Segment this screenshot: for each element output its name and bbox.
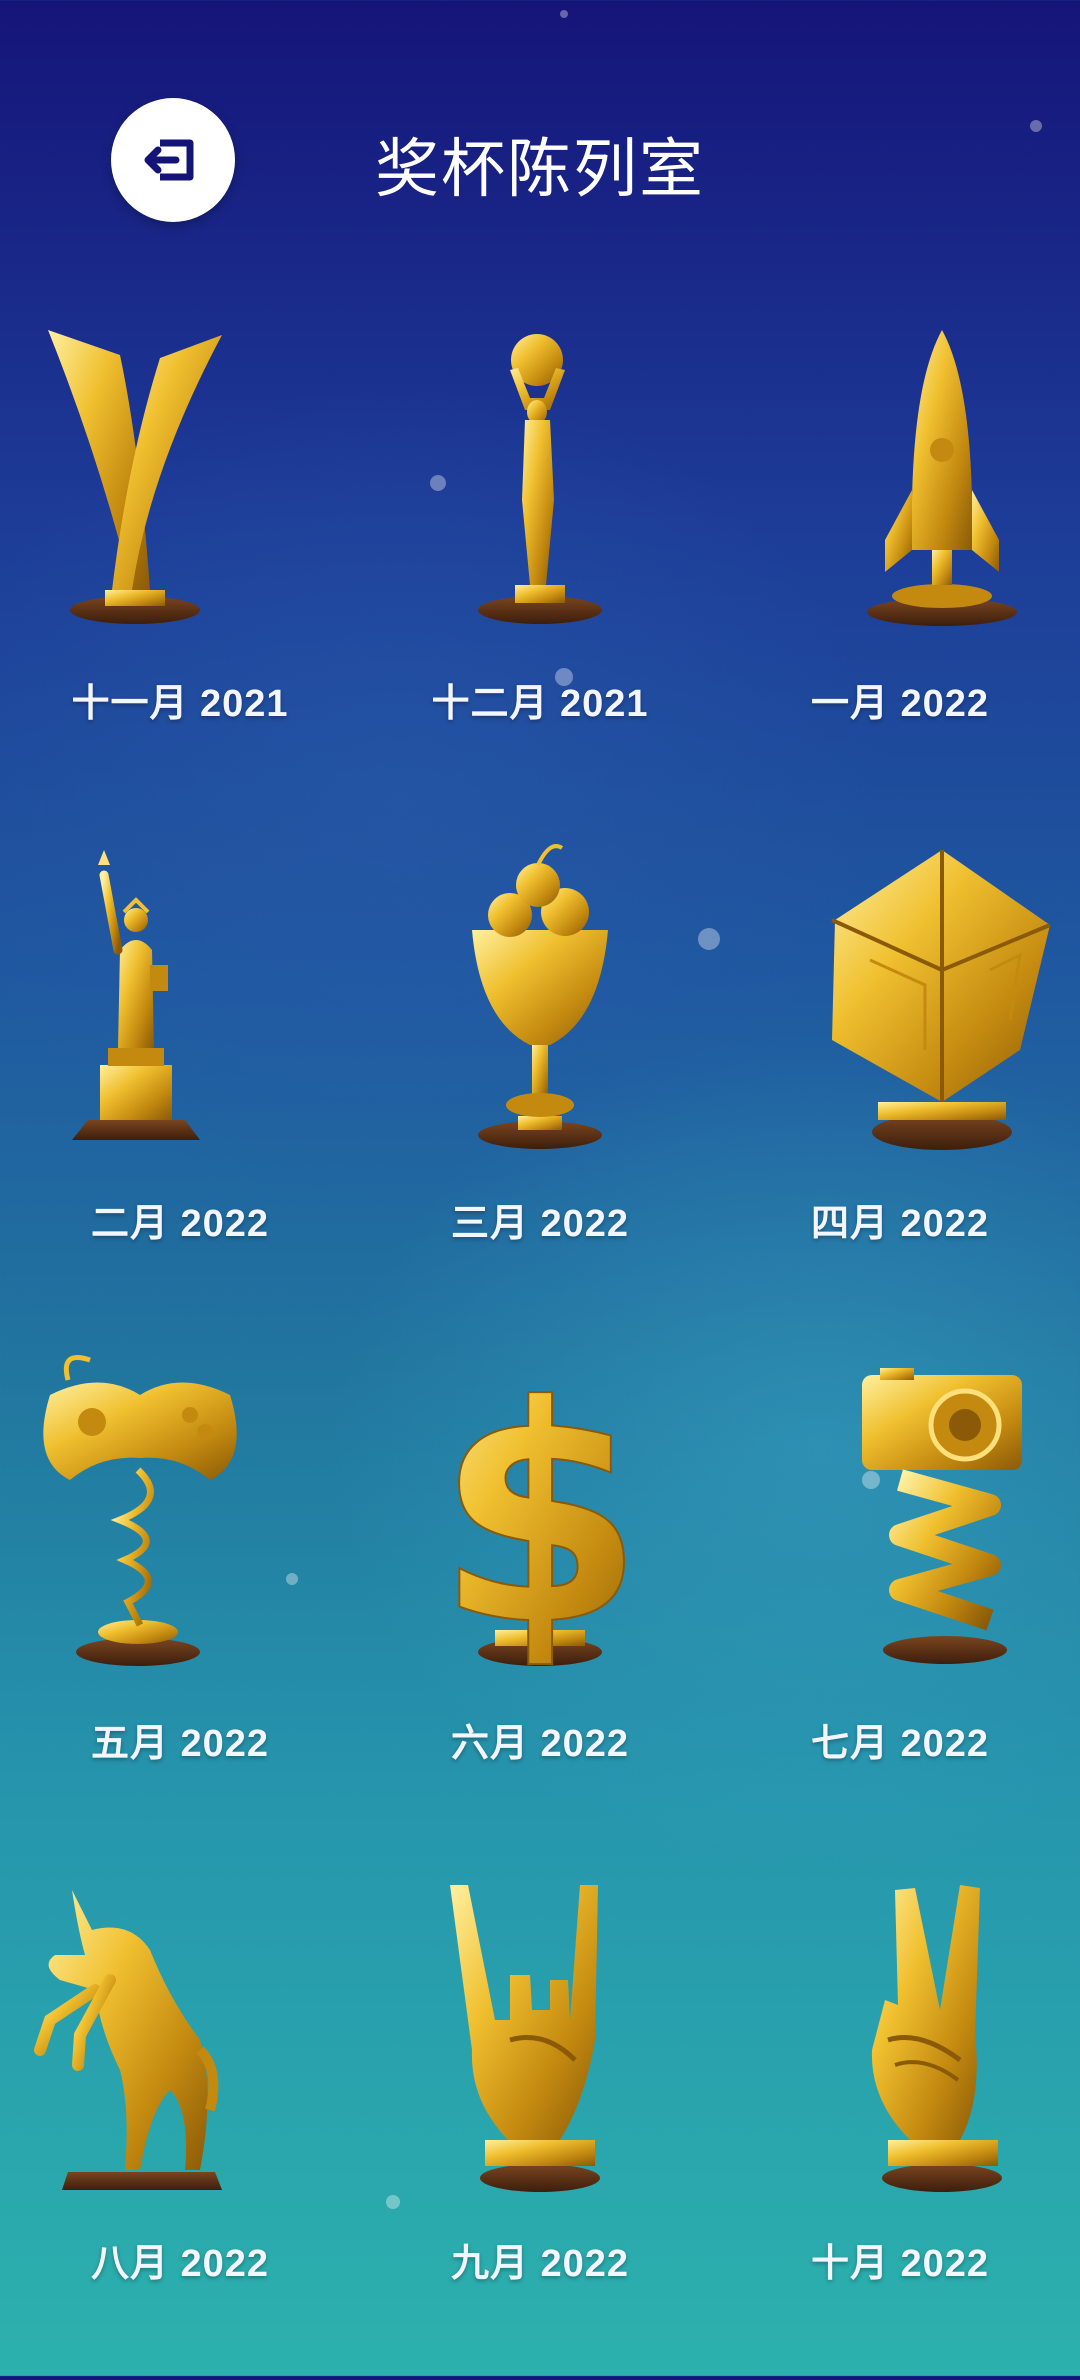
svg-text:$: $	[436, 1342, 645, 1680]
trophy-item[interactable]: 十一月 2021	[0, 300, 360, 820]
trophy-label: 二月 2022	[90, 1203, 270, 1245]
trophy-item[interactable]: 四月 2022	[720, 820, 1080, 1340]
cube-trophy-icon	[720, 820, 1080, 1160]
sundae-cup-trophy-icon	[360, 820, 720, 1160]
trophy-label: 八月 2022	[90, 2243, 270, 2285]
unicorn-trophy-icon	[0, 1860, 360, 2200]
peace-hand-trophy-icon	[720, 1860, 1080, 2200]
top-bar: 奖杯陈列室	[0, 0, 1080, 300]
trophy-item[interactable]: 五月 2022	[0, 1340, 360, 1860]
trophy-label: 三月 2022	[450, 1203, 630, 1245]
trophy-label: 七月 2022	[810, 1723, 990, 1765]
trophy-label: 五月 2022	[90, 1723, 270, 1765]
trophy-item[interactable]: $ 六月 2022	[360, 1340, 720, 1860]
twisted-ribbon-trophy-icon	[0, 300, 360, 640]
trophy-label: 十二月 2021	[431, 683, 649, 725]
trophy-item[interactable]: 十月 2022	[720, 1860, 1080, 2380]
figure-holding-globe-trophy-icon	[360, 300, 720, 640]
trophy-item[interactable]: 十二月 2021	[360, 300, 720, 820]
game-controller-trophy-icon	[0, 1340, 360, 1680]
rocket-trophy-icon	[720, 300, 1080, 640]
trophy-item[interactable]: 七月 2022	[720, 1340, 1080, 1860]
trophy-item[interactable]: 二月 2022	[0, 820, 360, 1340]
trophy-label: 九月 2022	[450, 2243, 630, 2285]
trophy-label: 六月 2022	[450, 1723, 630, 1765]
trophy-label: 四月 2022	[810, 1203, 990, 1245]
trophy-item[interactable]: 八月 2022	[0, 1860, 360, 2380]
trophy-label: 十月 2022	[810, 2243, 990, 2285]
statue-of-liberty-trophy-icon	[0, 820, 360, 1160]
trophy-item[interactable]: 三月 2022	[360, 820, 720, 1340]
trophy-label: 一月 2022	[810, 683, 990, 725]
rock-hand-trophy-icon	[360, 1860, 720, 2200]
page-title: 奖杯陈列室	[375, 133, 705, 205]
trophy-label: 十一月 2021	[71, 683, 289, 725]
trophy-grid: 十一月 2021 十二月 2021 一月 2022 二月 2022 三月 202…	[0, 300, 1080, 2360]
trophy-item[interactable]: 九月 2022	[360, 1860, 720, 2380]
camera-film-trophy-icon	[720, 1340, 1080, 1680]
trophy-item[interactable]: 一月 2022	[720, 300, 1080, 820]
dollar-sign-trophy-icon: $	[360, 1340, 720, 1680]
